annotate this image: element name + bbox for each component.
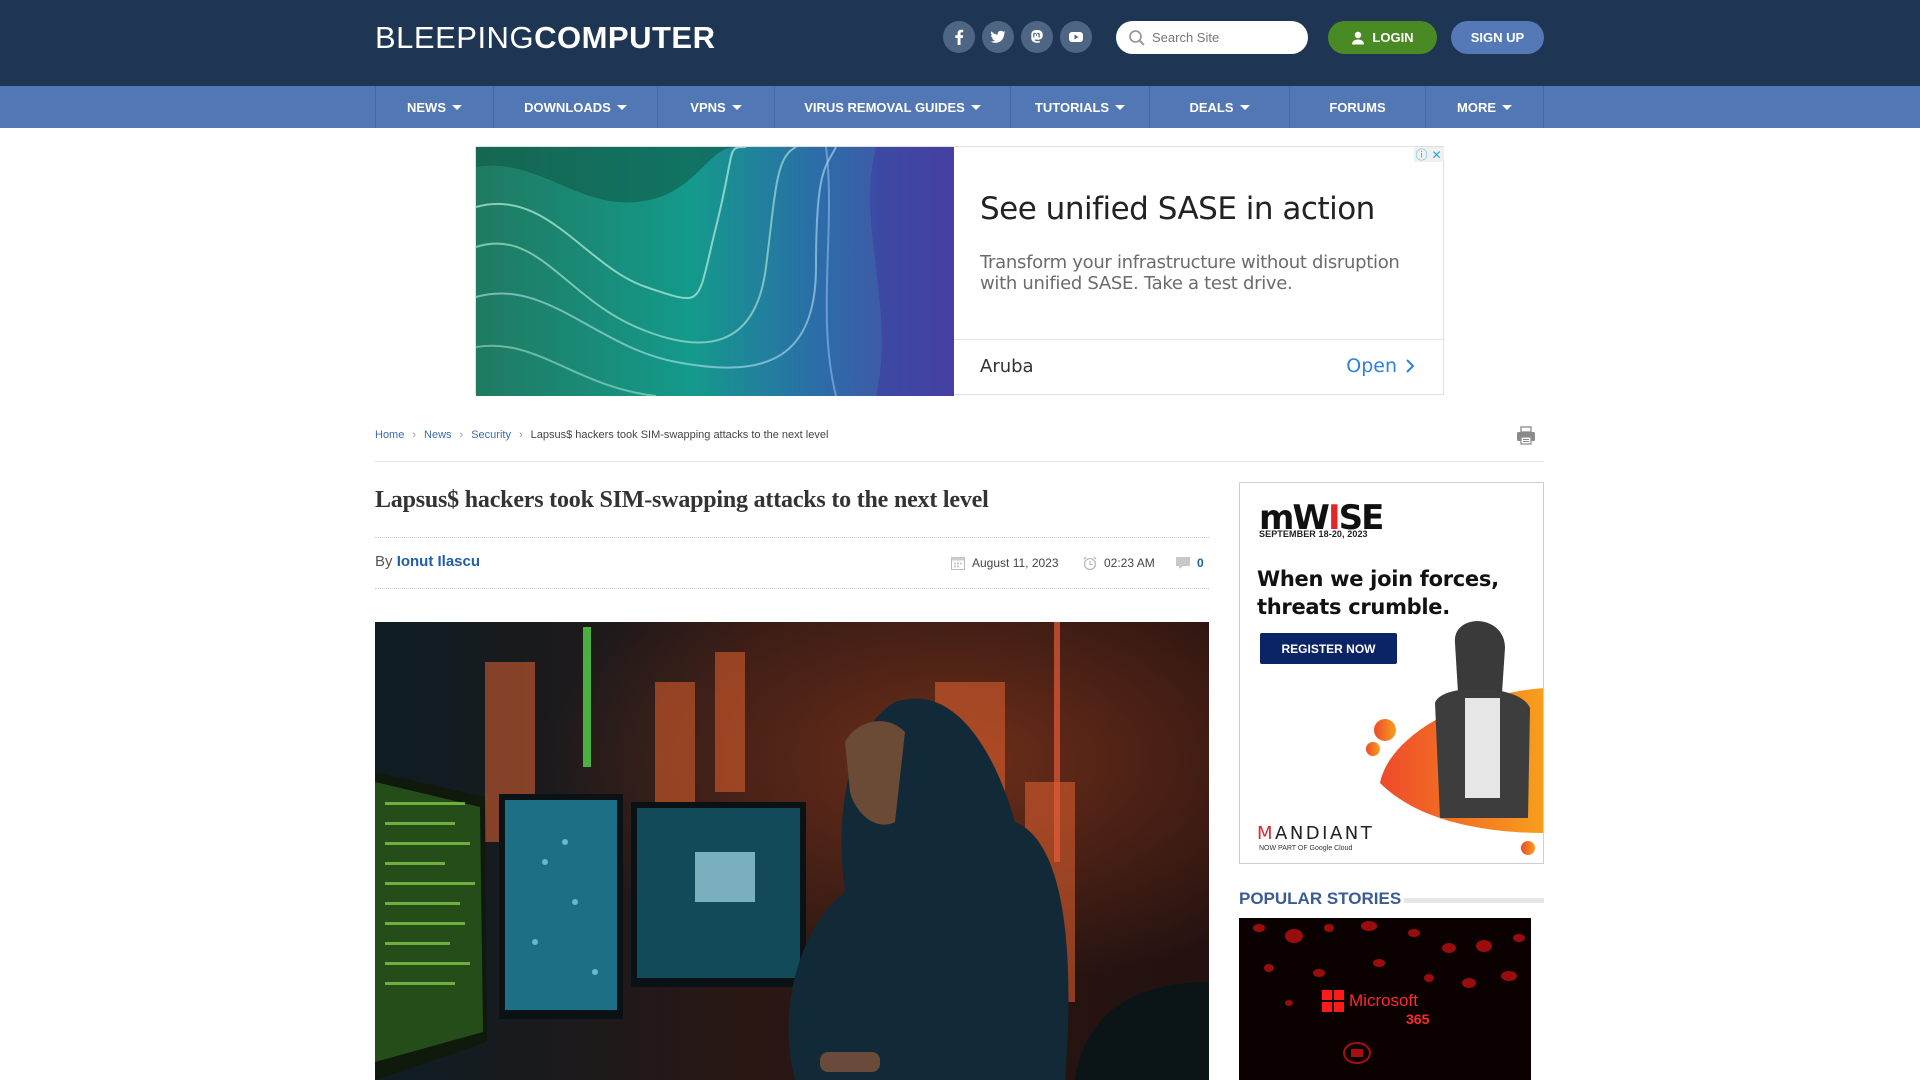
signup-button[interactable]: SIGN UP xyxy=(1451,21,1544,54)
chevron-right-icon xyxy=(1406,359,1415,373)
byline-divider xyxy=(375,588,1209,589)
nav-label: VPNS xyxy=(690,99,726,115)
site-header: BLEEPINGCOMPUTER LOGIN SIGN UP xyxy=(0,0,1920,86)
ad-illustration xyxy=(1366,621,1543,855)
nav-item-vpns[interactable]: VPNS xyxy=(658,86,775,128)
user-icon xyxy=(1352,31,1365,44)
search-box[interactable] xyxy=(1116,21,1308,54)
breadcrumb-home[interactable]: Home xyxy=(375,429,404,441)
twitter-icon xyxy=(990,30,1006,43)
article-time: 02:23 AM xyxy=(1082,555,1155,571)
facebook-icon xyxy=(955,29,964,45)
comment-count[interactable]: 0 xyxy=(1197,556,1204,570)
breadcrumb-security[interactable]: Security xyxy=(471,429,511,441)
mastodon-button[interactable] xyxy=(1021,21,1053,53)
popular-stories-heading: POPULAR STORIES xyxy=(1239,889,1402,908)
clock-icon xyxy=(1083,556,1097,571)
heading-rule xyxy=(1404,898,1544,903)
search-input[interactable] xyxy=(1152,30,1302,45)
caret-down-icon xyxy=(731,104,742,110)
nav-item-forums[interactable]: FORUMS xyxy=(1290,86,1426,128)
article-title: Lapsus$ hackers took SIM-swapping attack… xyxy=(375,487,989,513)
ad-headline: See unified SASE in action xyxy=(980,191,1375,227)
sponsor-logo: MANDIANT xyxy=(1257,823,1375,844)
caret-down-icon xyxy=(452,104,462,110)
ad-divider xyxy=(954,339,1445,340)
search-icon[interactable] xyxy=(1128,29,1146,47)
article-hero-image xyxy=(375,622,1209,1080)
popular-story-image[interactable]: Microsoft 365 xyxy=(1239,918,1531,1080)
ad-controls: ⓘ ✕ xyxy=(1414,147,1444,162)
nav-item-deals[interactable]: DEALS xyxy=(1150,86,1290,128)
chevron-right-icon: › xyxy=(459,429,464,441)
twitter-button[interactable] xyxy=(982,21,1014,53)
calendar-icon xyxy=(951,557,965,570)
caret-down-icon xyxy=(1115,104,1126,110)
story-image-sub: 365 xyxy=(1406,1011,1430,1027)
main-nav: NEWS DOWNLOADS VPNS VIRUS REMOVAL GUIDES… xyxy=(0,86,1920,128)
mastodon-icon xyxy=(1031,30,1043,43)
caret-down-icon xyxy=(616,104,627,110)
top-ad-banner[interactable]: See unified SASE in action Transform you… xyxy=(475,146,1445,396)
time-text: 02:23 AM xyxy=(1104,556,1155,570)
sponsor-subtitle: NOW PART OF Google Cloud xyxy=(1259,845,1353,852)
logo-bold-text: COMPUTER xyxy=(534,20,716,55)
nav-item-virus-removal-guides[interactable]: VIRUS REMOVAL GUIDES xyxy=(775,86,1011,128)
nav-label: VIRUS REMOVAL GUIDES xyxy=(804,99,965,115)
nav-item-downloads[interactable]: DOWNLOADS xyxy=(494,86,658,128)
signup-label: SIGN UP xyxy=(1470,30,1525,45)
nav-item-tutorials[interactable]: TUTORIALS xyxy=(1011,86,1150,128)
login-label: LOGIN xyxy=(1372,30,1414,45)
article-date: August 11, 2023 xyxy=(950,555,1059,571)
nav-label: FORUMS xyxy=(1329,99,1386,115)
youtube-button[interactable] xyxy=(1060,21,1092,53)
nav-item-more[interactable]: MORE xyxy=(1426,86,1544,128)
ad-advertiser: Aruba xyxy=(980,356,1034,377)
facebook-button[interactable] xyxy=(943,21,975,53)
print-icon[interactable] xyxy=(1515,424,1537,446)
breadcrumb: Home › News › Security › Lapsus$ hackers… xyxy=(375,429,828,441)
caret-down-icon xyxy=(970,104,981,110)
nav-item-news[interactable]: NEWS xyxy=(376,86,494,128)
breadcrumb-news[interactable]: News xyxy=(424,429,452,441)
comment-icon xyxy=(1176,557,1190,569)
ad-body: Transform your infrastructure without di… xyxy=(980,252,1400,294)
ad-close-icon[interactable]: ✕ xyxy=(1429,147,1444,162)
login-button[interactable]: LOGIN xyxy=(1328,21,1437,54)
ad-info-icon[interactable]: ⓘ xyxy=(1414,147,1429,162)
nav-label: MORE xyxy=(1457,99,1496,115)
story-image-brand: Microsoft xyxy=(1349,991,1418,1010)
article-comments[interactable]: 0 xyxy=(1175,555,1204,571)
nav-label: NEWS xyxy=(407,99,446,115)
ad-abstract-image xyxy=(476,147,954,396)
site-logo[interactable]: BLEEPINGCOMPUTER xyxy=(375,20,715,56)
ad-text-panel: See unified SASE in action Transform you… xyxy=(954,147,1445,396)
caret-down-icon xyxy=(1239,104,1250,110)
title-divider xyxy=(375,537,1209,538)
logo-light-text: BLEEPING xyxy=(375,20,535,55)
breadcrumb-current: Lapsus$ hackers took SIM-swapping attack… xyxy=(530,429,829,441)
date-text: August 11, 2023 xyxy=(972,556,1059,570)
nav-label: DOWNLOADS xyxy=(524,99,611,115)
nav-label: DEALS xyxy=(1189,99,1234,115)
breadcrumb-divider xyxy=(375,461,1544,462)
youtube-icon xyxy=(1069,32,1083,42)
sidebar-ad[interactable]: mWISE SEPTEMBER 18-20, 2023 When we join… xyxy=(1239,482,1544,864)
nav-label: TUTORIALS xyxy=(1034,99,1110,115)
chevron-right-icon: › xyxy=(518,429,523,441)
chevron-right-icon: › xyxy=(412,429,417,441)
ad-open-label: Open xyxy=(1346,355,1397,377)
author-link[interactable]: Ionut Ilascu xyxy=(397,553,480,570)
caret-down-icon xyxy=(1502,104,1512,110)
byline: By Ionut Ilascu xyxy=(375,553,480,570)
by-label: By xyxy=(375,553,393,570)
ad-open-button[interactable]: Open xyxy=(1346,355,1415,377)
